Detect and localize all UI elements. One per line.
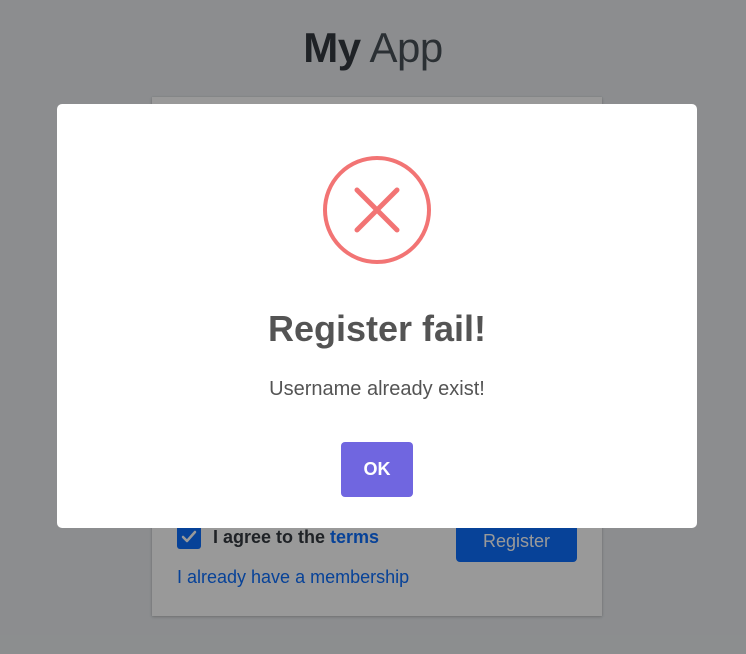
ok-button[interactable]: OK: [341, 442, 413, 497]
register-page: My App I agree to the terms Register I a…: [0, 0, 746, 654]
dialog-message: Username already exist!: [269, 378, 485, 400]
dialog-title: Register fail!: [267, 308, 487, 349]
error-dialog: Register fail! Username already exist! O…: [57, 104, 697, 528]
error-x-icon: [323, 156, 431, 264]
